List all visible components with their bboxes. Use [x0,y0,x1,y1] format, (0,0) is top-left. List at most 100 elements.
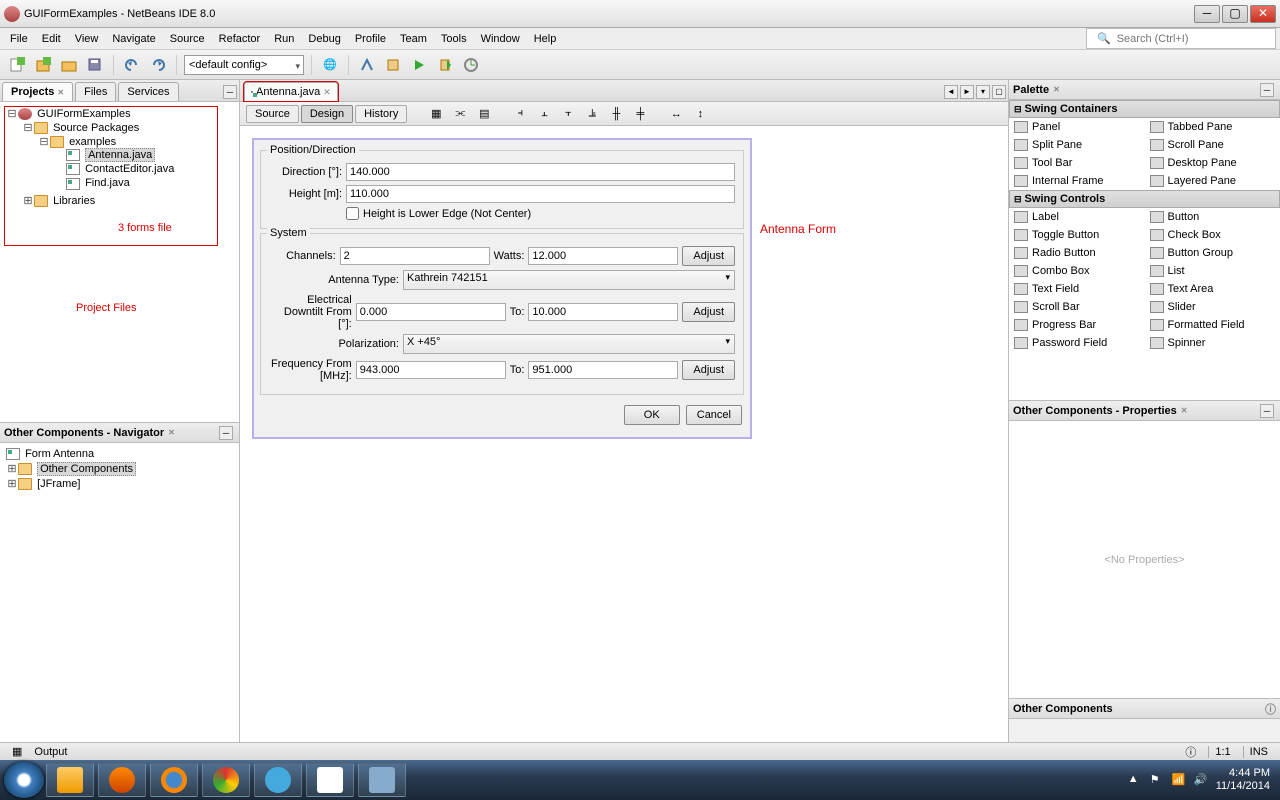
resize-v-icon[interactable]: ↕ [689,103,711,125]
palette-cat-containers[interactable]: Swing Containers [1009,100,1280,118]
nav-root[interactable]: Form Antenna [6,447,235,461]
menu-profile[interactable]: Profile [349,31,392,47]
palette-body[interactable]: Swing Containers Panel Tabbed Pane Split… [1009,100,1280,400]
palette-list[interactable]: List [1145,262,1280,280]
nav-other-components[interactable]: ⊞ Other Components [6,461,235,476]
close-button[interactable]: ✕ [1250,5,1276,23]
menu-debug[interactable]: Debug [302,31,346,47]
combo-antenna-type[interactable]: Kathrein 742151 [403,270,735,290]
palette-scrollpane[interactable]: Scroll Pane [1145,136,1280,154]
editor-dropdown[interactable]: ▾ [976,85,990,99]
notifications-icon[interactable]: ⓘ [1185,744,1196,760]
mode-source[interactable]: Source [246,105,299,123]
tab-services[interactable]: Services [118,82,178,101]
form-designer-canvas[interactable]: Antenna Form Position/Direction Directio… [240,126,1008,742]
input-direction[interactable] [346,163,735,181]
input-freq-to[interactable] [528,361,678,379]
adjust-freq-button[interactable]: Adjust [682,360,735,380]
palette-button[interactable]: Button [1145,208,1280,226]
input-downtilt-to[interactable] [528,303,678,321]
palette-splitpane[interactable]: Split Pane [1009,136,1145,154]
minimize-navigator-button[interactable]: ─ [219,426,233,440]
tree-project-root[interactable]: ⊟ GUIFormExamples ⊟ Source Packages ⊟ ex… [6,106,235,209]
menu-file[interactable]: File [4,31,34,47]
tree-file-find[interactable]: Find.java [54,176,235,190]
tab-files[interactable]: Files [75,82,116,101]
menu-navigate[interactable]: Navigate [106,31,161,47]
navigator-tree[interactable]: Form Antenna ⊞ Other Components ⊞ [JFram… [0,443,239,742]
input-height[interactable] [346,185,735,203]
undo-button[interactable] [121,54,143,76]
palette-togglebutton[interactable]: Toggle Button [1009,226,1145,244]
form-root[interactable]: Position/Direction Direction [°]: Height… [252,138,752,439]
palette-radiobutton[interactable]: Radio Button [1009,244,1145,262]
adjust-downtilt-button[interactable]: Adjust [682,302,735,322]
menu-help[interactable]: Help [528,31,563,47]
menu-run[interactable]: Run [268,31,300,47]
task-paint[interactable] [306,763,354,797]
maximize-button[interactable]: ▢ [1222,5,1248,23]
center-v-icon[interactable]: ╪ [629,103,651,125]
task-firefox[interactable] [150,763,198,797]
menu-source[interactable]: Source [164,31,211,47]
minimize-projects-button[interactable]: ─ [223,85,237,99]
input-watts[interactable] [528,247,678,265]
palette-textarea[interactable]: Text Area [1145,280,1280,298]
palette-cat-controls[interactable]: Swing Controls [1009,190,1280,208]
debug-button[interactable] [434,54,456,76]
tree-source-packages[interactable]: ⊟ Source Packages ⊟ examples Antenna.jav… [22,120,235,192]
adjust-watts-button[interactable]: Adjust [682,246,735,266]
menu-refactor[interactable]: Refactor [213,31,267,47]
menu-edit[interactable]: Edit [36,31,67,47]
tray-volume-icon[interactable]: 🔊 [1194,773,1208,787]
minimize-properties-button[interactable]: ─ [1260,404,1274,418]
palette-checkbox[interactable]: Check Box [1145,226,1280,244]
nav-jframe[interactable]: ⊞ [JFrame] [6,476,235,491]
palette-label[interactable]: Label [1009,208,1145,226]
task-netbeans[interactable] [358,763,406,797]
editor-nav-fwd[interactable]: ► [960,85,974,99]
tray-up-icon[interactable]: ▲ [1128,773,1142,787]
menu-window[interactable]: Window [475,31,526,47]
palette-progressbar[interactable]: Progress Bar [1009,316,1145,334]
input-channels[interactable] [340,247,490,265]
mode-history[interactable]: History [355,105,407,123]
start-button[interactable] [4,762,44,798]
palette-buttongroup[interactable]: Button Group [1145,244,1280,262]
input-freq-from[interactable] [356,361,506,379]
quick-search-input[interactable] [1117,33,1271,45]
new-project-button[interactable] [32,54,54,76]
checkbox-lower-edge[interactable] [346,207,359,220]
palette-tabbedpane[interactable]: Tabbed Pane [1145,118,1280,136]
palette-passwordfield[interactable]: Password Field [1009,334,1145,352]
tray-clock[interactable]: 4:44 PM 11/14/2014 [1216,767,1270,793]
help-icon[interactable]: ⓘ [1265,701,1276,717]
align-bottom-icon[interactable]: ⫡ [581,103,603,125]
palette-spinner[interactable]: Spinner [1145,334,1280,352]
minimize-palette-button[interactable]: ─ [1260,83,1274,97]
clean-build-button[interactable] [382,54,404,76]
tree-file-antenna[interactable]: Antenna.java [54,148,235,162]
menu-team[interactable]: Team [394,31,433,47]
output-tab-icon[interactable]: ▦ [12,745,22,758]
align-left-icon[interactable]: ⫞ [509,103,531,125]
editor-maximize[interactable]: ▢ [992,85,1006,99]
tree-libraries[interactable]: ⊞ Libraries [22,193,235,208]
menu-view[interactable]: View [69,31,105,47]
ok-button[interactable]: OK [624,405,680,425]
globe-button[interactable]: 🌐 [319,54,341,76]
palette-toolbar[interactable]: Tool Bar [1009,154,1145,172]
combo-polarization[interactable]: X +45° [403,334,735,354]
palette-layeredpane[interactable]: Layered Pane [1145,172,1280,190]
cancel-button[interactable]: Cancel [686,405,742,425]
open-project-button[interactable] [58,54,80,76]
center-h-icon[interactable]: ╫ [605,103,627,125]
redo-button[interactable] [147,54,169,76]
editor-nav-back[interactable]: ◄ [944,85,958,99]
palette-formattedfield[interactable]: Formatted Field [1145,316,1280,334]
tray-network-icon[interactable]: 📶 [1172,773,1186,787]
save-all-button[interactable] [84,54,106,76]
task-ie[interactable] [254,763,302,797]
build-button[interactable] [356,54,378,76]
tree-file-contacteditor[interactable]: ContactEditor.java [54,162,235,176]
